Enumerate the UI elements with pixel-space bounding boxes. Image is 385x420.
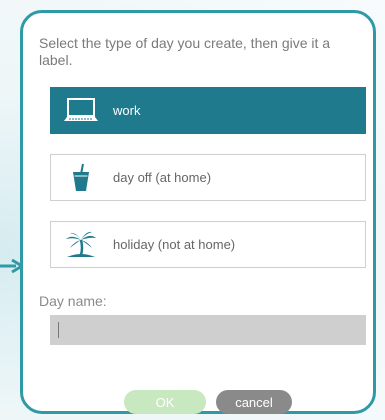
day-name-label: Day name: <box>39 293 107 309</box>
drink-icon <box>63 160 99 196</box>
option-work[interactable]: work <box>50 87 366 134</box>
option-holiday[interactable]: holiday (not at home) <box>50 221 366 268</box>
day-type-dialog: Select the type of day you create, then … <box>20 10 376 414</box>
palm-tree-icon <box>63 227 99 263</box>
text-caret <box>58 322 59 338</box>
option-day-off[interactable]: day off (at home) <box>50 154 366 201</box>
ok-button[interactable]: OK <box>124 390 206 414</box>
day-name-input[interactable] <box>50 315 366 345</box>
option-day-off-label: day off (at home) <box>113 170 212 185</box>
dialog-prompt: Select the type of day you create, then … <box>39 35 331 68</box>
laptop-icon <box>63 93 99 129</box>
option-work-label: work <box>113 103 141 118</box>
cancel-button[interactable]: cancel <box>216 390 292 414</box>
option-holiday-label: holiday (not at home) <box>113 237 236 252</box>
